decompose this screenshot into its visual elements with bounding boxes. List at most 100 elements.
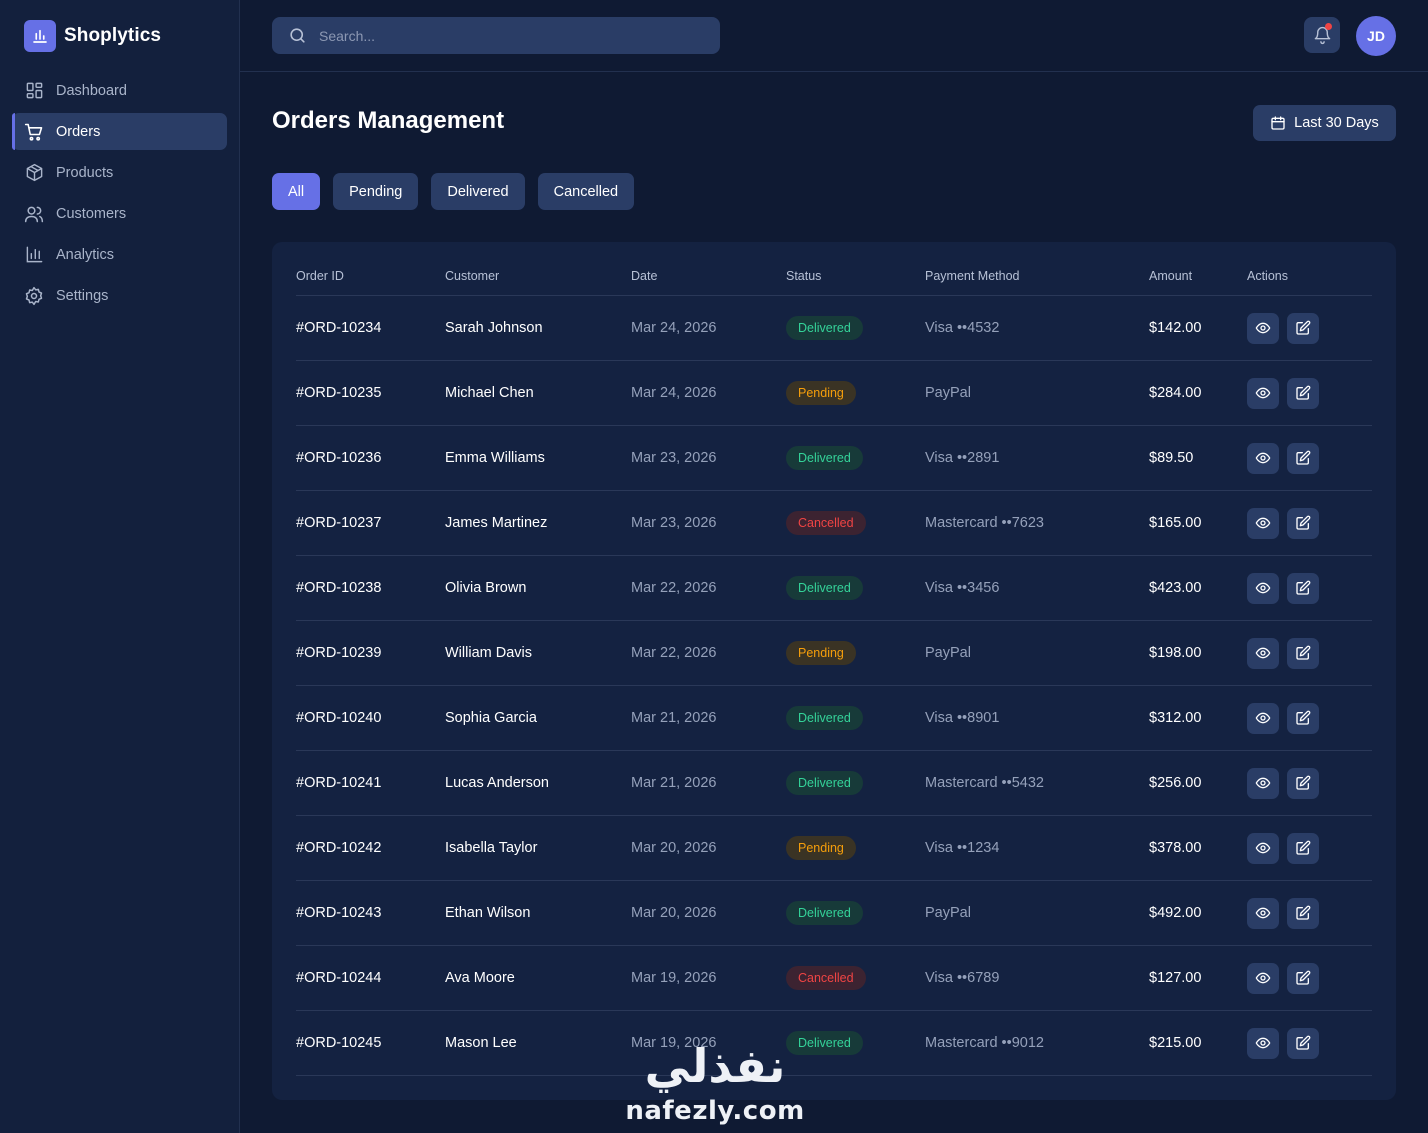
order-id-cell[interactable]: #ORD-10236 <box>296 426 381 490</box>
edit-order-button[interactable] <box>1287 767 1319 799</box>
customer-cell: Emma Williams <box>445 450 545 466</box>
edit-icon <box>1295 710 1311 726</box>
notifications-button[interactable] <box>1304 17 1340 53</box>
order-id-cell[interactable]: #ORD-10241 <box>296 751 381 815</box>
view-order-button[interactable] <box>1247 897 1279 929</box>
edit-order-button[interactable] <box>1287 507 1319 539</box>
brand-logo-icon <box>24 20 56 52</box>
view-order-button[interactable] <box>1247 637 1279 669</box>
amount-cell: $423.00 <box>1149 580 1202 596</box>
order-id-cell[interactable]: #ORD-10235 <box>296 361 381 425</box>
order-id-cell[interactable]: #ORD-10243 <box>296 881 381 945</box>
table-row[interactable]: #ORD-10242 Isabella Taylor Mar 20, 2026 Pen… <box>296 816 1372 881</box>
table-row[interactable]: #ORD-10235 Michael Chen Mar 24, 2026 Pendin… <box>296 361 1372 426</box>
gear-icon <box>24 286 44 306</box>
view-order-button[interactable] <box>1247 702 1279 734</box>
table-row[interactable]: #ORD-10234 Sarah Johnson Mar 24, 2026 Deliv… <box>296 296 1372 361</box>
sidebar-item-products[interactable]: Products <box>12 154 227 191</box>
avatar[interactable]: JD <box>1356 16 1396 56</box>
sidebar-item-customers[interactable]: Customers <box>12 195 227 232</box>
watermark: نفذلي nafezly.com <box>620 1036 810 1133</box>
status-cell: Delivered <box>786 296 863 360</box>
view-order-button[interactable] <box>1247 832 1279 864</box>
table-row[interactable]: #ORD-10241 Lucas Anderson Mar 21, 2026 Deli… <box>296 751 1372 816</box>
edit-order-button[interactable] <box>1287 312 1319 344</box>
edit-order-button[interactable] <box>1287 962 1319 994</box>
order-id-cell[interactable]: #ORD-10239 <box>296 621 381 685</box>
cart-icon <box>24 122 44 142</box>
status-cell: Delivered <box>786 881 863 945</box>
status-badge: Cancelled <box>786 966 866 990</box>
edit-order-button[interactable] <box>1287 1027 1319 1059</box>
header-order-id[interactable]: Order ID <box>296 256 344 295</box>
actions-cell <box>1247 816 1327 880</box>
view-order-button[interactable] <box>1247 1027 1279 1059</box>
date-range-button[interactable]: Last 30 Days <box>1253 105 1396 141</box>
order-id-cell[interactable]: #ORD-10237 <box>296 491 381 555</box>
topbar: JD <box>240 0 1428 72</box>
header-status[interactable]: Status <box>786 256 821 295</box>
payment-method-cell: Visa ••4532 <box>925 320 1000 336</box>
edit-order-button[interactable] <box>1287 832 1319 864</box>
table-row[interactable]: #ORD-10245 Mason Lee Mar 19, 2026 Delivered… <box>296 1011 1372 1076</box>
filter-delivered[interactable]: Delivered <box>431 173 525 210</box>
edit-icon <box>1295 970 1311 986</box>
edit-icon <box>1295 905 1311 921</box>
brand[interactable]: Shoplytics <box>24 20 161 52</box>
sidebar-item-orders[interactable]: Orders <box>12 113 227 150</box>
order-id-cell[interactable]: #ORD-10238 <box>296 556 381 620</box>
order-id-cell[interactable]: #ORD-10242 <box>296 816 381 880</box>
order-id-cell[interactable]: #ORD-10240 <box>296 686 381 750</box>
status-badge: Delivered <box>786 446 863 470</box>
sidebar-item-analytics[interactable]: Analytics <box>12 236 227 273</box>
table-row[interactable]: #ORD-10244 Ava Moore Mar 19, 2026 Cancelled… <box>296 946 1372 1011</box>
filter-cancelled[interactable]: Cancelled <box>537 173 635 210</box>
view-order-button[interactable] <box>1247 962 1279 994</box>
header-customer[interactable]: Customer <box>445 256 499 295</box>
users-icon <box>24 204 44 224</box>
order-id-cell[interactable]: #ORD-10234 <box>296 296 381 360</box>
table-row[interactable]: #ORD-10240 Sophia Garcia Mar 21, 2026 Deliv… <box>296 686 1372 751</box>
order-id-cell[interactable]: #ORD-10245 <box>296 1011 381 1075</box>
table-row[interactable]: #ORD-10236 Emma Williams Mar 23, 2026 Deliv… <box>296 426 1372 491</box>
edit-order-button[interactable] <box>1287 637 1319 669</box>
view-order-button[interactable] <box>1247 377 1279 409</box>
table-row[interactable]: #ORD-10239 William Davis Mar 22, 2026 Pendi… <box>296 621 1372 686</box>
actions-cell <box>1247 426 1327 490</box>
status-cell: Cancelled <box>786 946 866 1010</box>
view-order-button[interactable] <box>1247 507 1279 539</box>
table-row[interactable]: #ORD-10237 James Martinez Mar 23, 2026 Canc… <box>296 491 1372 556</box>
edit-order-button[interactable] <box>1287 897 1319 929</box>
status-cell: Pending <box>786 816 856 880</box>
table-row[interactable]: #ORD-10238 Olivia Brown Mar 22, 2026 Delive… <box>296 556 1372 621</box>
box-icon <box>24 163 44 183</box>
table-row[interactable]: #ORD-10243 Ethan Wilson Mar 20, 2026 Delive… <box>296 881 1372 946</box>
amount-cell: $198.00 <box>1149 645 1202 661</box>
status-badge: Delivered <box>786 706 863 730</box>
header-payment-method[interactable]: Payment Method <box>925 256 1020 295</box>
edit-order-button[interactable] <box>1287 702 1319 734</box>
filter-all[interactable]: All <box>272 173 321 210</box>
edit-icon <box>1295 1035 1311 1051</box>
view-order-button[interactable] <box>1247 442 1279 474</box>
sidebar-item-settings[interactable]: Settings <box>12 277 227 314</box>
view-order-button[interactable] <box>1247 572 1279 604</box>
dashboard-icon <box>24 81 44 101</box>
edit-icon <box>1295 450 1311 466</box>
edit-order-button[interactable] <box>1287 572 1319 604</box>
view-order-button[interactable] <box>1247 767 1279 799</box>
edit-order-button[interactable] <box>1287 377 1319 409</box>
sidebar-item-dashboard[interactable]: Dashboard <box>12 72 227 109</box>
amount-cell: $378.00 <box>1149 840 1202 856</box>
edit-order-button[interactable] <box>1287 442 1319 474</box>
search-input[interactable] <box>319 27 699 44</box>
amount-cell: $256.00 <box>1149 775 1202 791</box>
view-order-button[interactable] <box>1247 312 1279 344</box>
search-box[interactable] <box>272 17 720 54</box>
eye-icon <box>1255 970 1271 986</box>
order-id-cell[interactable]: #ORD-10244 <box>296 946 381 1010</box>
filter-pending[interactable]: Pending <box>333 173 419 210</box>
sidebar-item-label: Dashboard <box>56 82 127 99</box>
header-amount[interactable]: Amount <box>1149 256 1192 295</box>
header-date[interactable]: Date <box>631 256 657 295</box>
